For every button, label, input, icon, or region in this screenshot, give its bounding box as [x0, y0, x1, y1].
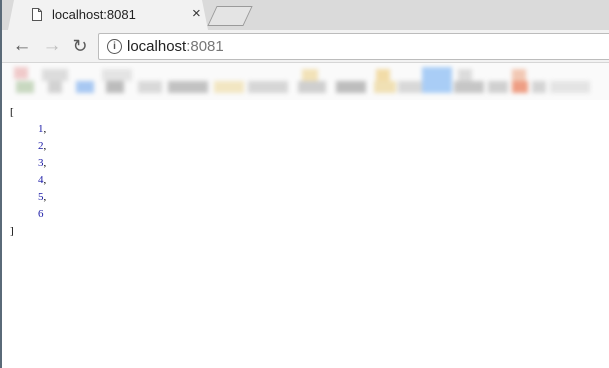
tab-close-icon[interactable]: ×	[192, 6, 201, 21]
tab-strip: localhost:8081 ×	[2, 0, 609, 30]
json-open-bracket: [	[10, 106, 14, 118]
json-item: 3,	[10, 155, 46, 172]
json-item-separator: ,	[43, 140, 47, 152]
reload-button[interactable]: ↻	[70, 36, 90, 56]
json-item: 4,	[10, 172, 46, 189]
json-close-bracket: ]	[10, 225, 14, 237]
json-viewer: [ 1, 2, 3, 4, 5, 6 ]	[10, 104, 46, 240]
address-bar[interactable]: i localhost:8081	[98, 33, 609, 60]
new-tab-button[interactable]	[207, 6, 253, 26]
url-port: :8081	[186, 38, 224, 55]
url-host: localhost	[127, 38, 187, 55]
json-item: 5,	[10, 189, 46, 206]
json-item-separator: ,	[43, 191, 47, 203]
json-item: 1,	[10, 121, 46, 138]
json-item-separator: ,	[43, 157, 47, 169]
bookmarks-bar	[2, 63, 609, 100]
page-icon	[32, 8, 42, 21]
json-item-separator: ,	[43, 123, 47, 135]
json-item: 2,	[10, 138, 46, 155]
json-item: 6	[10, 206, 46, 223]
info-icon[interactable]: i	[107, 39, 122, 54]
tab-active[interactable]: localhost:8081 ×	[8, 0, 208, 30]
bookmarks-blurred	[2, 63, 609, 100]
toolbar: ← → ↻ i localhost:8081	[2, 30, 609, 63]
json-item-value: 6	[38, 208, 44, 220]
url-text: localhost:8081	[127, 38, 224, 55]
json-item-separator: ,	[43, 174, 47, 186]
json-items: 1, 2, 3, 4, 5, 6	[10, 121, 46, 223]
tab-title: localhost:8081	[52, 7, 136, 22]
forward-button[interactable]: →	[42, 36, 62, 56]
back-button[interactable]: ←	[12, 36, 32, 56]
